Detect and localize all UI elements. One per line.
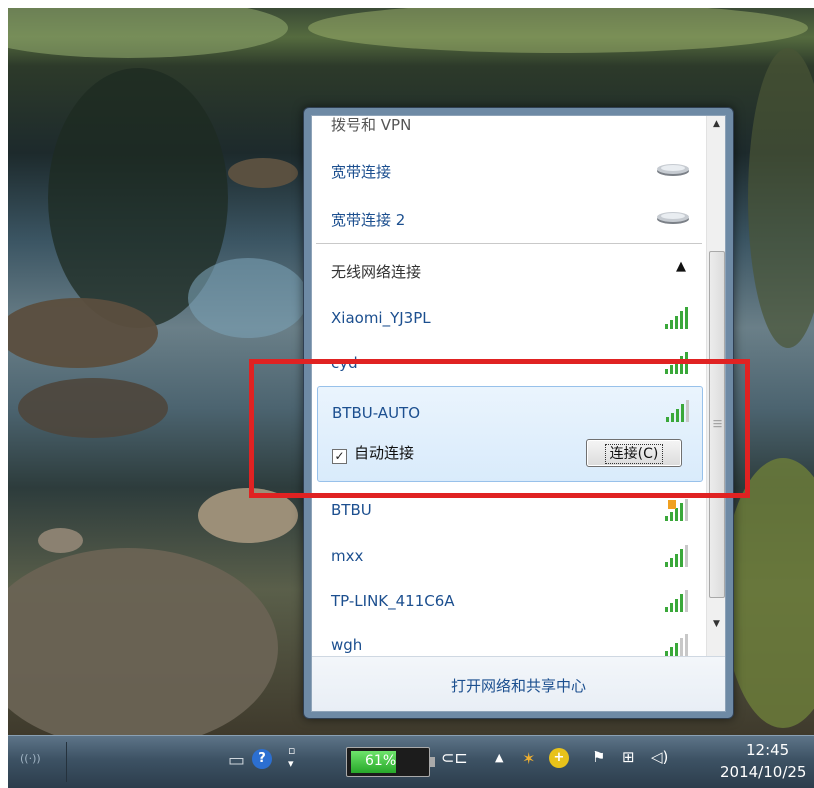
scroll-down-arrow-icon[interactable]: ▼ <box>707 616 725 633</box>
wifi-signal-icon <box>664 589 690 617</box>
wallpaper-grass <box>8 8 288 58</box>
wallpaper-rock <box>18 378 168 438</box>
help-icon[interactable]: ? <box>252 749 272 769</box>
flyout-footer: 打开网络和共享中心 <box>312 656 725 711</box>
dialup-modem-icon <box>656 158 690 182</box>
dialup-item-1[interactable]: 宽带连接 <box>312 148 706 192</box>
tray-app-icon[interactable]: ✶ <box>522 749 535 768</box>
wallpaper-grass <box>748 48 814 348</box>
wallpaper-rock <box>8 298 158 368</box>
wallpaper-grass <box>308 8 808 53</box>
show-hidden-icons-arrow-icon[interactable]: ▲ <box>495 751 503 764</box>
wallpaper-grass <box>723 458 814 728</box>
battery-indicator[interactable]: 61% <box>346 747 435 777</box>
wallpaper-rock <box>8 548 278 735</box>
window-restore-icon[interactable]: ▫ ▾ <box>288 744 295 770</box>
dialup-item-label: 宽带连接 <box>331 163 392 181</box>
chevron-up-icon: ˄ <box>679 116 687 127</box>
wifi-network-name: TP-LINK_411C6A <box>331 592 455 610</box>
battery-percent: 61% <box>365 753 397 769</box>
open-network-sharing-center-link[interactable]: 打开网络和共享中心 <box>312 675 725 696</box>
action-center-flag-icon[interactable]: ⚑ <box>592 748 605 766</box>
section-divider <box>316 243 702 244</box>
wifi-network-item[interactable]: Xiaomi_YJ3PL <box>312 296 706 340</box>
taskbar-divider <box>66 742 67 782</box>
dialup-item-label: 宽带连接 2 <box>331 211 406 229</box>
wifi-signal-icon <box>664 544 690 572</box>
scroll-up-arrow-icon[interactable]: ▲ <box>707 116 725 133</box>
dialup-vpn-header-label: 拨号和 VPN <box>331 116 412 134</box>
battery-terminal <box>430 757 435 767</box>
dialup-item-2[interactable]: 宽带连接 2 <box>312 196 706 240</box>
device-icon[interactable]: ⊞ <box>622 748 635 766</box>
wifi-network-name: Xiaomi_YJ3PL <box>331 309 431 327</box>
red-highlight-box <box>249 359 750 498</box>
wifi-network-item[interactable]: mxx <box>312 534 706 578</box>
wifi-signal-icon <box>664 633 690 656</box>
wifi-network-name: wgh <box>331 636 363 654</box>
chevron-up-icon: ▲ <box>676 259 686 274</box>
wifi-network-item[interactable]: wgh <box>312 623 706 656</box>
add-plus-icon[interactable]: + <box>549 748 569 768</box>
clock-time[interactable]: 12:45 <box>746 741 789 759</box>
wallpaper-rock <box>38 528 83 553</box>
wifi-signal-icon <box>664 306 690 334</box>
wireless-section-label: 无线网络连接 <box>331 263 422 281</box>
network-status-icon[interactable]: ((·)) <box>20 752 41 765</box>
dialup-modem-icon <box>656 206 690 230</box>
taskbar: ((·)) ▭ ? ▫ ▾ 61% ⊂⊏ ▲ ✶ + ⚑ ⊞ ◁) 12:45 2… <box>8 735 814 788</box>
wifi-network-name: BTBU <box>331 501 372 519</box>
volume-icon[interactable]: ◁) <box>651 748 668 766</box>
wallpaper-rock <box>228 158 298 188</box>
wifi-network-name: mxx <box>331 547 364 565</box>
wireless-section-header[interactable]: 无线网络连接 ▲ <box>312 249 706 289</box>
wifi-signal-secured-icon <box>664 498 690 526</box>
power-plug-icon[interactable]: ⊂⊏ <box>441 748 468 767</box>
wifi-network-item[interactable]: TP-LINK_411C6A <box>312 579 706 623</box>
keyboard-icon[interactable]: ▭ <box>228 750 245 771</box>
clock-date[interactable]: 2014/10/25 <box>720 763 806 781</box>
wallpaper-water <box>188 258 308 338</box>
dialup-vpn-header[interactable]: 拨号和 VPN ˄ <box>312 116 706 142</box>
